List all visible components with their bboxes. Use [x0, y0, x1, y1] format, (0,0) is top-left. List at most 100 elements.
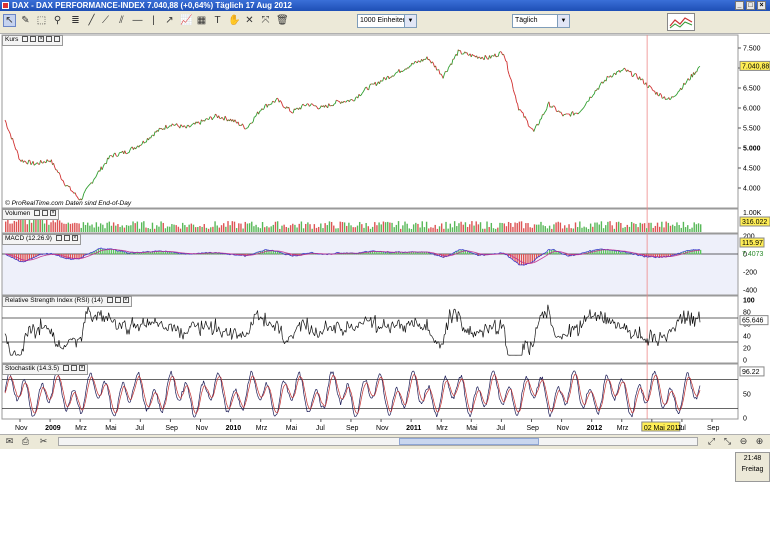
- link-icon[interactable]: ⤧: [260, 15, 271, 26]
- magnifier-icon[interactable]: ⚲: [52, 15, 63, 26]
- down-icon[interactable]: [54, 36, 61, 43]
- x-tick-label: Sep: [165, 425, 178, 432]
- x-tick-label: 2012: [587, 425, 603, 432]
- volume-bar: [440, 223, 443, 232]
- price-line-segment: [529, 126, 531, 129]
- macd-histogram-bar: [106, 249, 108, 255]
- arrow-icon[interactable]: ↗: [164, 15, 175, 26]
- window-icon[interactable]: [71, 365, 78, 372]
- rsi-panel-header[interactable]: Relative Strength Index (RSI) (14) ×: [2, 296, 132, 307]
- volume-bar: [89, 225, 91, 232]
- macd-signal-segment: [509, 254, 512, 257]
- zoom-out-icon[interactable]: ⊖: [738, 436, 749, 447]
- units-select[interactable]: 1000 Einheiten ▼: [357, 14, 417, 28]
- chart-style-icon: [669, 17, 693, 29]
- rsi-line-segment: [227, 334, 229, 336]
- volume-bar: [287, 227, 290, 232]
- mail-icon[interactable]: ✉: [4, 436, 15, 447]
- volume-bar: [339, 221, 341, 232]
- stoch-panel-header[interactable]: Stochastik (14.3.5) ×: [2, 364, 89, 375]
- macd-histogram-bar: [20, 254, 22, 262]
- volume-bar: [443, 228, 445, 232]
- cursor-icon[interactable]: ↖: [3, 14, 16, 27]
- close-icon[interactable]: ×: [79, 365, 86, 372]
- macd-signal-segment: [543, 256, 545, 258]
- volume-bar: [553, 224, 555, 232]
- window-icon[interactable]: [63, 235, 70, 242]
- volume-bar: [501, 222, 503, 232]
- wrench-icon[interactable]: [63, 365, 70, 372]
- chevron-down-icon[interactable]: ▼: [557, 15, 569, 27]
- autoscale-icon[interactable]: ⤡: [722, 436, 733, 447]
- scissors-icon[interactable]: ✂: [38, 436, 49, 447]
- fit-icon[interactable]: ⤢: [706, 436, 717, 447]
- pencil-icon[interactable]: ✎: [20, 15, 31, 26]
- minimize-icon[interactable]: _: [735, 1, 744, 10]
- zoom-in-icon[interactable]: ⊕: [754, 436, 765, 447]
- window-icon[interactable]: [114, 297, 121, 304]
- close-icon[interactable]: ×: [122, 297, 129, 304]
- close-icon[interactable]: ×: [38, 36, 45, 43]
- close-icon[interactable]: ×: [71, 235, 78, 242]
- chevron-down-icon[interactable]: ▼: [404, 15, 416, 27]
- volume-bar: [266, 226, 268, 232]
- macd-panel-header[interactable]: MACD (12.26.9) ×: [2, 234, 81, 245]
- chart-canvas[interactable]: 7.5007.0006.5006.0005.5005.0004.5004.000…: [0, 34, 770, 434]
- volume-bar: [697, 223, 700, 232]
- price-panel-header[interactable]: Kurs ×: [2, 35, 64, 46]
- volume-bar: [423, 227, 426, 232]
- chart-style-button[interactable]: [667, 13, 695, 31]
- volume-bar: [123, 227, 126, 232]
- macd-line-segment: [294, 254, 296, 257]
- clock-time: 21:48: [743, 455, 762, 462]
- ray-icon[interactable]: ⟋: [100, 15, 111, 26]
- trendline-icon[interactable]: ╱: [86, 15, 97, 26]
- channel-icon[interactable]: ⫽: [116, 15, 127, 26]
- volume-bar: [151, 222, 154, 232]
- text-icon[interactable]: T: [212, 15, 223, 26]
- chart-area[interactable]: 7.5007.0006.5006.0005.5005.0004.5004.000…: [0, 34, 770, 434]
- interval-select[interactable]: Täglich ▼: [512, 14, 570, 28]
- volume-bar: [26, 224, 28, 232]
- volume-bar: [333, 225, 335, 232]
- horizontal-line-icon[interactable]: —: [132, 15, 143, 26]
- trash-icon[interactable]: 🗑: [276, 15, 289, 26]
- vertical-line-icon[interactable]: |: [148, 15, 159, 26]
- price-line-segment: [414, 60, 417, 63]
- scrollbar-thumb[interactable]: [399, 438, 539, 445]
- time-scrollbar[interactable]: [58, 437, 698, 446]
- macd-line-segment: [439, 255, 442, 258]
- volume-bar: [656, 222, 659, 232]
- volume-bar: [374, 222, 376, 232]
- grid-icon[interactable]: ▦: [196, 15, 207, 26]
- volume-panel-header[interactable]: Volumen ×: [2, 209, 60, 220]
- wrench-icon[interactable]: [22, 36, 29, 43]
- volume-bar: [415, 222, 417, 232]
- fibonacci-icon[interactable]: ≣: [70, 15, 81, 26]
- chart-icon[interactable]: 📈: [180, 15, 192, 26]
- maximize-icon[interactable]: □: [746, 1, 755, 10]
- macd-line-segment: [97, 248, 100, 250]
- rsi-tick-label: 40: [743, 334, 751, 341]
- volume-bar: [305, 223, 307, 232]
- window-icon[interactable]: [30, 36, 37, 43]
- window-icon[interactable]: [42, 210, 49, 217]
- wrench-icon[interactable]: [55, 235, 62, 242]
- price-line-segment: [351, 98, 353, 101]
- volume-bar: [117, 224, 119, 232]
- zoom-tool-icon[interactable]: ⬚: [36, 15, 47, 26]
- title-bar: DAX - DAX PERFORMANCE-INDEX 7.040,88 (+0…: [0, 0, 770, 11]
- volume-bar: [473, 225, 475, 232]
- macd-line-segment: [596, 248, 598, 251]
- close-icon[interactable]: ×: [50, 210, 57, 217]
- hand-icon[interactable]: ✋: [228, 15, 240, 26]
- cross-icon[interactable]: ✕: [244, 15, 255, 26]
- volume-bar: [391, 222, 393, 232]
- print-icon[interactable]: ⎙: [20, 436, 31, 447]
- wrench-icon[interactable]: [106, 297, 113, 304]
- up-icon[interactable]: [46, 36, 53, 43]
- close-icon[interactable]: ×: [757, 1, 766, 10]
- wrench-icon[interactable]: [34, 210, 41, 217]
- macd-signal-segment: [39, 256, 41, 258]
- macd-histogram-bar: [523, 254, 525, 266]
